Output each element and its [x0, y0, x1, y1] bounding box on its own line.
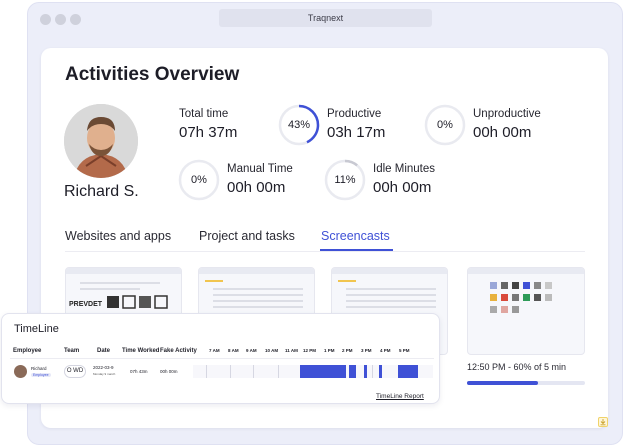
hour-label: 12 PM — [303, 348, 317, 353]
row-date-sub: Monday 9 march — [93, 372, 116, 376]
address-bar[interactable]: Traqnext — [219, 9, 432, 27]
row-date: 2022-03-9 — [93, 365, 114, 370]
column-header-team[interactable]: Team — [64, 348, 79, 354]
timeline-tick — [278, 365, 279, 378]
hour-label: 8 AM — [228, 348, 239, 353]
activity-block[interactable] — [349, 365, 356, 378]
unproductive-value: 00h 00m — [473, 124, 532, 141]
employee-role-badge: Employee — [31, 373, 51, 377]
team-pill: O WD — [64, 365, 86, 378]
timeline-tick — [253, 365, 254, 378]
timeline-header-divider — [10, 358, 434, 359]
activity-block[interactable] — [300, 365, 346, 378]
productive-value: 03h 17m — [327, 124, 386, 141]
screencast-activity-fill — [467, 381, 538, 385]
window-close-dot[interactable] — [40, 14, 51, 25]
manual-time-ring: 0% — [178, 159, 220, 201]
svg-text:PREVDET: PREVDET — [69, 301, 103, 308]
screencast-thumbnail-selected[interactable] — [467, 267, 585, 355]
activity-block[interactable] — [379, 365, 382, 378]
hour-label: 9 AM — [246, 348, 257, 353]
employee-name[interactable]: Richard — [31, 366, 47, 371]
window-minimize-dot[interactable] — [55, 14, 66, 25]
timeline-report-link[interactable]: TimeLine Report — [376, 393, 424, 400]
person-photo-icon — [64, 104, 138, 178]
idle-minutes-ring: 11% — [324, 159, 366, 201]
total-time-label: Total time — [179, 108, 229, 120]
unproductive-ring: 0% — [424, 104, 466, 146]
idle-minutes-label: Idle Minutes — [373, 163, 436, 175]
hour-label: 1 PM — [324, 348, 335, 353]
productive-percent: 43% — [287, 119, 311, 131]
timeline-panel: TimeLine Employee Team Date Time Worked … — [1, 313, 440, 404]
hour-label: 7 AM — [209, 348, 220, 353]
total-time-value: 07h 37m — [179, 124, 238, 141]
window-maximize-dot[interactable] — [70, 14, 81, 25]
hour-label: 5 PM — [399, 348, 410, 353]
window-titlebar: Traqnext — [28, 3, 622, 37]
screencast-caption: 12:50 PM - 60% of 5 min — [467, 362, 567, 372]
active-tab-indicator — [320, 249, 393, 251]
productive-ring: 43% — [278, 104, 320, 146]
timeline-tick — [230, 365, 231, 378]
productive-label: Productive — [327, 108, 382, 120]
hour-label: 4 PM — [380, 348, 391, 353]
hour-label: 11 AM — [285, 348, 298, 353]
download-icon[interactable] — [598, 417, 608, 427]
logo-strip-icon: PREVDET — [69, 295, 168, 309]
timeline-tick — [206, 365, 207, 378]
hour-label: 3 PM — [361, 348, 372, 353]
manual-time-label: Manual Time — [227, 163, 293, 175]
activity-block[interactable] — [364, 365, 367, 378]
file-icons-grid-icon — [490, 282, 552, 313]
page-title: Activities Overview — [65, 64, 240, 85]
column-header-time-worked[interactable]: Time Worked — [122, 348, 159, 354]
manual-time-percent: 0% — [191, 174, 207, 186]
idle-minutes-percent: 11% — [334, 174, 356, 186]
hour-label: 2 PM — [342, 348, 353, 353]
employee-avatar — [14, 365, 27, 378]
row-fake-activity: 00h 00m — [160, 369, 178, 374]
timeline-title: TimeLine — [14, 323, 59, 335]
hour-label: 10 AM — [265, 348, 279, 353]
manual-time-value: 00h 00m — [227, 179, 286, 196]
unproductive-percent: 0% — [437, 119, 453, 131]
timeline-tick — [372, 365, 373, 378]
column-header-employee[interactable]: Employee — [13, 348, 41, 354]
tab-screencasts[interactable]: Screencasts — [321, 229, 390, 243]
screencast-activity-bar — [467, 381, 585, 385]
row-time-worked: 07h 43m — [130, 369, 148, 374]
unproductive-label: Unproductive — [473, 108, 541, 120]
avatar — [64, 104, 138, 178]
tabs-divider — [65, 251, 585, 252]
activity-block[interactable] — [398, 365, 418, 378]
idle-minutes-value: 00h 00m — [373, 179, 432, 196]
tab-websites-and-apps[interactable]: Websites and apps — [65, 229, 171, 243]
column-header-fake-activity[interactable]: Fake Activity — [160, 348, 197, 354]
tab-project-and-tasks[interactable]: Project and tasks — [199, 229, 295, 243]
column-header-date[interactable]: Date — [97, 348, 110, 354]
user-name: Richard S. — [64, 183, 139, 200]
